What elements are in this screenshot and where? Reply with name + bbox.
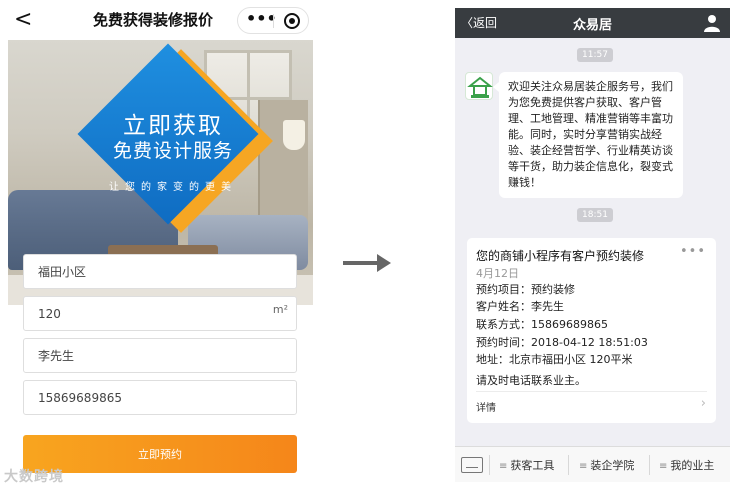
card-line-time: 预约时间：2018-04-12 18:51:03 bbox=[476, 336, 648, 349]
banner-headline: 立即获取 bbox=[123, 113, 223, 139]
phone-field-box bbox=[23, 380, 297, 415]
timestamp-2: 18:51 bbox=[577, 208, 613, 222]
menu-list-icon: ≡ bbox=[659, 461, 668, 472]
banner-subheadline: 免费设计服务 bbox=[112, 140, 233, 162]
official-account-menu: ≡ 获客工具 ≡ 装企学院 ≡ 我的业主 bbox=[455, 446, 730, 482]
back-icon[interactable]: < bbox=[14, 7, 34, 33]
user-profile-icon[interactable] bbox=[704, 14, 720, 32]
community-input[interactable] bbox=[24, 255, 296, 288]
phone-input[interactable] bbox=[24, 381, 296, 414]
house-logo-icon bbox=[467, 76, 493, 98]
card-more-icon[interactable]: ••• bbox=[680, 244, 706, 259]
menu-item-label: 获客工具 bbox=[510, 459, 555, 472]
close-target-icon[interactable] bbox=[284, 13, 300, 29]
card-line-customer: 客户姓名：李先生 bbox=[476, 300, 564, 313]
room-lamp-image bbox=[283, 120, 305, 150]
community-field-box bbox=[23, 254, 297, 289]
submit-appointment-button[interactable]: 立即预约 bbox=[23, 435, 297, 473]
mini-program-navbar: < 免费获得装修报价 ••• bbox=[8, 0, 313, 40]
chevron-right-icon: › bbox=[700, 396, 706, 411]
capsule-divider bbox=[273, 14, 274, 28]
card-line-reminder: 请及时电话联系业主。 bbox=[476, 374, 586, 387]
card-line-address: 地址：北京市福田小区 120平米 bbox=[476, 353, 633, 366]
appointment-notice-card[interactable]: 您的商铺小程序有客户预约装修 ••• 4月12日 预约项目：预约装修 客户姓名：… bbox=[467, 238, 716, 423]
card-detail-link[interactable]: 详情 bbox=[476, 399, 496, 414]
menu-item-academy[interactable]: ≡ 装企学院 bbox=[579, 457, 634, 473]
card-title: 您的商铺小程序有客户预约装修 bbox=[476, 249, 645, 263]
menu-separator bbox=[568, 455, 569, 475]
banner-slogan: 让您的家变的更美 bbox=[109, 182, 237, 193]
wechat-navbar: 众易居 〈返回 bbox=[455, 8, 730, 38]
card-line-project: 预约项目：预约装修 bbox=[476, 283, 575, 296]
card-divider bbox=[476, 391, 707, 392]
card-date: 4月12日 bbox=[476, 267, 519, 280]
flow-arrow-icon bbox=[343, 254, 391, 272]
menu-item-my-owners[interactable]: ≡ 我的业主 bbox=[659, 457, 714, 473]
watermark-text: 大数跨境 bbox=[4, 469, 64, 485]
menu-item-label: 装企学院 bbox=[590, 459, 635, 472]
name-field-box bbox=[23, 338, 297, 373]
timestamp-1: 11:57 bbox=[577, 48, 613, 62]
area-field-box: m² bbox=[23, 296, 297, 331]
page-title: 免费获得装修报价 bbox=[93, 11, 214, 29]
mini-program-screen: < 免费获得装修报价 ••• 立即获取 免费设计服务 让您的家变的更美 m² 立… bbox=[8, 0, 313, 491]
menu-list-icon: ≡ bbox=[499, 461, 508, 472]
name-input[interactable] bbox=[24, 339, 296, 372]
area-input[interactable] bbox=[24, 297, 296, 330]
wechat-chat-screen: 众易居 〈返回 11:57 欢迎关注众易居装企服务号，我们为您免费提供客户获取、… bbox=[455, 8, 730, 482]
menu-separator bbox=[489, 455, 490, 475]
menu-item-acquire-tools[interactable]: ≡ 获客工具 bbox=[499, 457, 554, 473]
menu-list-icon: ≡ bbox=[579, 461, 588, 472]
capsule-menu: ••• bbox=[237, 7, 309, 34]
area-unit-label: m² bbox=[272, 303, 288, 316]
welcome-message-bubble: 欢迎关注众易居装企服务号，我们为您免费提供客户获取、客户管理、工地管理、精准营销… bbox=[493, 72, 683, 198]
keyboard-icon[interactable] bbox=[461, 457, 483, 473]
menu-separator bbox=[649, 455, 650, 475]
menu-item-label: 我的业主 bbox=[670, 459, 715, 472]
account-avatar[interactable] bbox=[465, 72, 493, 100]
card-line-contact: 联系方式：15869689865 bbox=[476, 318, 608, 331]
back-button[interactable]: 〈返回 bbox=[461, 14, 497, 31]
